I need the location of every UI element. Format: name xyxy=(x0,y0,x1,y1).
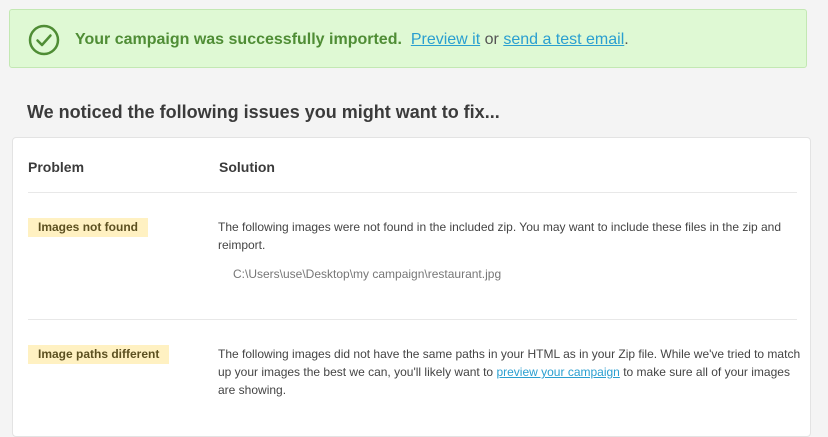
solution-column-header: Solution xyxy=(219,159,275,175)
banner-period: . xyxy=(624,31,629,48)
issues-heading: We noticed the following issues you migh… xyxy=(27,102,500,122)
preview-link[interactable]: Preview it xyxy=(411,31,480,48)
send-test-email-link[interactable]: send a test email xyxy=(503,31,624,48)
check-circle-icon xyxy=(28,24,60,56)
success-text: Your campaign was successfully imported. xyxy=(75,31,402,48)
missing-file-path: C:\Users\use\Desktop\my campaign\restaur… xyxy=(233,267,502,281)
success-message: Your campaign was successfully imported.… xyxy=(75,30,629,50)
problem-column-header: Problem xyxy=(28,159,85,175)
or-text: or xyxy=(484,31,499,48)
row-divider xyxy=(28,319,797,320)
success-banner: Your campaign was successfully imported.… xyxy=(9,9,807,68)
problem-tag-images-not-found: Images not found xyxy=(28,218,148,237)
problem-tag-image-paths-different: Image paths different xyxy=(28,345,170,364)
header-divider xyxy=(28,192,797,193)
issues-panel: Problem Solution Images not found The fo… xyxy=(12,137,811,437)
solution-text-images-not-found: The following images were not found in t… xyxy=(218,220,782,252)
preview-campaign-link[interactable]: preview your campaign xyxy=(496,365,619,379)
solution-text-image-paths-different: The following images did not have the sa… xyxy=(218,345,803,399)
